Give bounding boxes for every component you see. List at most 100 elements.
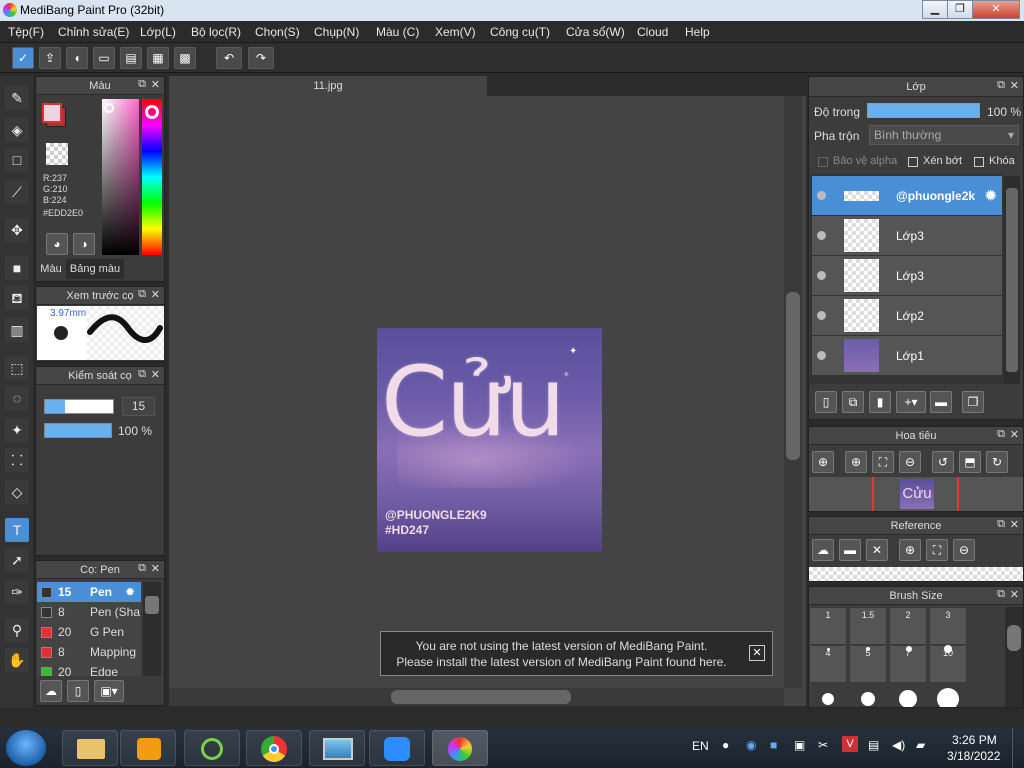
close-icon[interactable]: ✕ [1010,79,1019,92]
brush-list-scrollbar[interactable] [143,582,161,676]
battery-icon[interactable]: ▰ [916,738,925,752]
eye-icon[interactable] [817,191,826,200]
gradient-tool-icon[interactable]: ▥ [5,318,29,342]
maximize-button[interactable]: ❐ [947,0,973,19]
close-icon[interactable]: ✕ [151,78,160,91]
start-button[interactable] [6,730,46,766]
close-icon[interactable]: ✕ [151,288,160,301]
brush-size-option[interactable]: 2 [889,607,927,645]
vivaldi-tray-icon[interactable]: V [842,736,858,752]
menu-view[interactable]: Xem(V) [435,25,476,39]
protect-alpha-checkbox[interactable] [818,157,828,167]
eye-icon[interactable] [817,351,826,360]
zoom-tray-icon[interactable]: ■ [770,738,777,752]
blend-mode-select[interactable]: Bình thường ▾ [869,125,1019,145]
popout-icon[interactable]: ⧉ [997,79,1005,92]
hand-tool-icon[interactable]: ✋ [5,648,29,672]
tab-palette[interactable]: Bảng màu [66,259,124,279]
minimize-button[interactable]: ▁ [922,0,948,19]
primary-color-swatch[interactable] [42,103,62,123]
close-icon[interactable]: ✕ [151,368,160,381]
file-explorer-icon[interactable] [62,730,118,766]
gear-icon[interactable]: ✹ [125,582,135,602]
document-tab[interactable]: 11.jpg [169,76,487,96]
menu-select[interactable]: Chọn(S) [255,25,300,39]
upload-icon[interactable]: ⇪ [39,47,61,69]
zoom-in-icon[interactable]: ⊕ [845,451,867,473]
zoom-in-icon[interactable]: ⊕ [899,539,921,561]
update-notice[interactable]: You are not using the latest version of … [380,631,773,676]
layer-row[interactable]: Lớp1 [812,336,1002,376]
clock-date[interactable]: 3/18/2022 [947,749,1000,763]
new-brush-icon[interactable]: ▯ [67,680,89,702]
menu-layer[interactable]: Lớp(L) [140,25,176,39]
close-icon[interactable]: ✕ [1010,518,1019,531]
brush-size-option[interactable]: 1 [809,607,847,645]
fit-icon[interactable]: ⛶ [926,539,948,561]
layer-row[interactable]: Lớp3 [812,256,1002,296]
scrollbar-thumb[interactable] [786,292,800,460]
palette-icon[interactable]: ◕ [46,233,68,255]
brush-item-mapping-pen[interactable]: 8 Mapping P [37,642,141,679]
redo-icon[interactable]: ↷ [248,47,274,69]
speech-bubble-icon[interactable]: ◖ [66,47,88,69]
navigator-preview[interactable]: Cửu [809,477,1023,511]
layer-row[interactable]: @phuongle2k ✹ [812,176,1002,216]
media-player-icon[interactable] [120,730,176,766]
menu-color[interactable]: Màu (C) [376,25,419,39]
select-rect-tool-icon[interactable]: ⬚ [5,356,29,380]
network-tray-icon[interactable]: ▣ [794,738,805,752]
brush-size-value[interactable]: 15 [122,397,155,416]
layer-opacity-slider[interactable] [867,103,980,118]
zoom-in-icon[interactable]: ⊕ [812,451,834,473]
volume-icon[interactable]: ◀) [892,738,905,752]
popout-icon[interactable]: ⧉ [138,288,146,301]
brush-opacity-slider[interactable] [44,423,112,438]
gear-icon[interactable]: ✹ [984,186,997,206]
cloud-brush-icon[interactable]: ☁ [40,680,62,702]
canvas-horizontal-scrollbar[interactable] [169,688,784,706]
add-layer-menu-icon[interactable]: +▾ [896,391,926,413]
clipping-checkbox[interactable] [908,157,918,167]
menu-tools[interactable]: Công cụ(T) [490,25,550,39]
menu-cloud[interactable]: Cloud [637,25,668,39]
palette-add-icon[interactable]: ◑ [73,233,95,255]
flip-icon[interactable]: ⬒ [959,451,981,473]
scrollbar-thumb[interactable] [391,690,571,704]
check-icon[interactable]: ✓ [12,47,34,69]
menu-capture[interactable]: Chụp(N) [314,25,359,39]
brush-item-g-pen[interactable]: 20 G Pen [37,622,141,642]
menu-filter[interactable]: Bộ lọc(R) [191,25,241,39]
eye-icon[interactable] [817,231,826,240]
duplicate-layer-icon[interactable]: ⧉ [842,391,864,413]
transparent-swatch[interactable] [46,143,68,165]
comment-icon[interactable]: ▭ [93,47,115,69]
saturation-value-picker[interactable] [102,99,139,255]
chrome-icon[interactable] [246,730,302,766]
magic-wand-tool-icon[interactable]: ✦ [5,418,29,442]
layer-row[interactable]: Lớp3 [812,216,1002,256]
image-viewer-icon[interactable] [309,730,365,766]
lock-checkbox[interactable] [974,157,984,167]
tab-color[interactable]: Màu [36,259,66,279]
brush-item-pen-shading[interactable]: 8 Pen (Sha [37,602,141,622]
eraser-tool-icon[interactable]: ◈ [5,118,29,142]
zoom-out-icon[interactable]: ⊖ [899,451,921,473]
menu-window[interactable]: Cửa sổ(W) [566,25,625,39]
show-desktop-button[interactable] [1012,728,1024,768]
layer-properties-icon[interactable]: ❐ [962,391,984,413]
eye-icon[interactable] [817,271,826,280]
tools-tray-icon[interactable]: ✂ [818,738,828,752]
popout-icon[interactable]: ⧉ [138,562,146,575]
open-folder-icon[interactable]: ▬ [839,539,861,561]
fill-rect-tool-icon[interactable]: ■ [5,256,29,280]
dot-tool-icon[interactable]: ⟋ [5,180,29,204]
eye-icon[interactable] [817,311,826,320]
notice-close-icon[interactable]: ✕ [749,645,765,661]
hue-handle[interactable] [145,105,159,119]
panel-layout-icon[interactable]: ▦ [147,47,169,69]
cloud-download-icon[interactable]: ☁ [812,539,834,561]
select-pen-tool-icon[interactable]: ⸬ [5,448,29,472]
brush-size-option[interactable]: 1.5 [849,607,887,645]
brush-item-pen[interactable]: 15 Pen ✹ [37,582,141,602]
